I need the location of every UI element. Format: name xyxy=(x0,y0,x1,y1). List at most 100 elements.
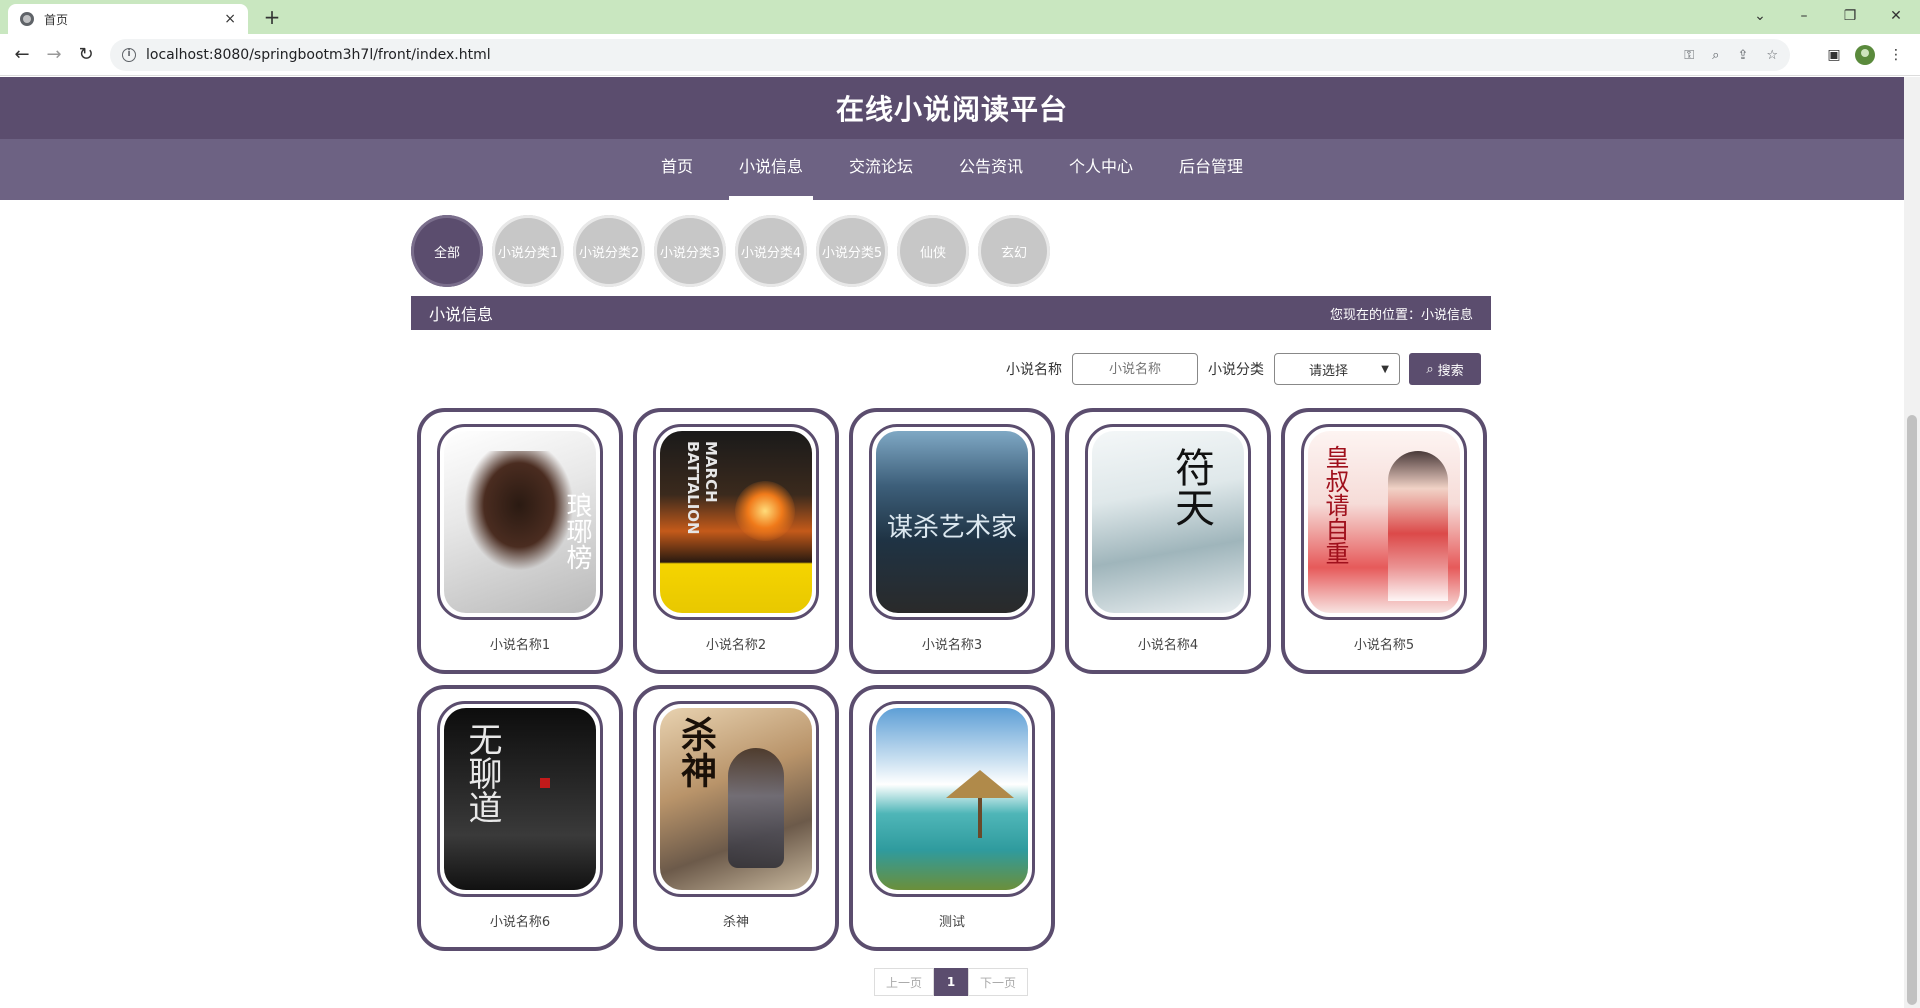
new-tab-button[interactable]: + xyxy=(260,5,284,29)
category-item[interactable]: 小说分类4 xyxy=(735,215,807,287)
reload-icon[interactable]: ↻ xyxy=(74,43,98,67)
tab-title: 首页 xyxy=(44,12,69,27)
category-select-value: 请选择 xyxy=(1309,363,1349,379)
novel-title[interactable]: 杀神 xyxy=(637,911,835,930)
category-item[interactable]: 小说分类1 xyxy=(492,215,564,287)
novel-title[interactable]: 小说名称4 xyxy=(1069,634,1267,653)
menu-icon[interactable]: ⋮ xyxy=(1886,45,1906,65)
category-all[interactable]: 全部 xyxy=(411,215,483,287)
novel-cover-image[interactable] xyxy=(876,708,1028,890)
novel-title[interactable]: 小说名称2 xyxy=(637,634,835,653)
novel-card[interactable]: 谋杀艺术家 小说名称3 xyxy=(849,408,1055,674)
novel-cover-image[interactable]: 符天 xyxy=(1092,431,1244,613)
novel-title[interactable]: 小说名称1 xyxy=(421,634,619,653)
page-viewport: 在线小说阅读平台 首页 小说信息 交流论坛 公告资讯 个人中心 后台管理 全部 … xyxy=(0,77,1904,1008)
novel-card[interactable]: 皇叔请自重 小说名称5 xyxy=(1281,408,1487,674)
novel-card[interactable]: 无聊道 小说名称6 xyxy=(417,685,623,951)
forward-icon[interactable]: → xyxy=(42,43,66,67)
chevron-down-icon[interactable]: ⌄ xyxy=(1740,4,1780,28)
browser-tab-bar: 首页 × + ⌄ – ❐ ✕ xyxy=(0,0,1920,34)
nav-item-profile[interactable]: 个人中心 xyxy=(1059,139,1143,200)
info-icon[interactable]: i xyxy=(122,48,136,62)
next-page-button[interactable]: 下一页 xyxy=(968,968,1028,996)
side-panel-icon[interactable]: ▣ xyxy=(1824,45,1844,65)
nav-item-home[interactable]: 首页 xyxy=(651,139,703,200)
section-title: 小说信息 xyxy=(429,305,494,324)
page-scrollbar[interactable] xyxy=(1904,77,1920,1008)
browser-tab[interactable]: 首页 × xyxy=(8,4,248,34)
cover-frame: 杀神 xyxy=(653,701,819,897)
nav-item-forum[interactable]: 交流论坛 xyxy=(839,139,923,200)
novel-card[interactable]: 测试 xyxy=(849,685,1055,951)
novel-title[interactable]: 小说名称5 xyxy=(1285,634,1483,653)
novel-cover-image[interactable]: 皇叔请自重 xyxy=(1308,431,1460,613)
category-item[interactable]: 小说分类5 xyxy=(816,215,888,287)
browser-toolbar: ← → ↻ i localhost:8080/springbootm3h7l/f… xyxy=(0,34,1920,76)
star-icon[interactable]: ☆ xyxy=(1766,48,1778,63)
category-select[interactable]: 请选择 ▼ xyxy=(1274,353,1400,385)
nav-item-novels[interactable]: 小说信息 xyxy=(728,139,813,200)
nav-item-admin[interactable]: 后台管理 xyxy=(1169,139,1253,200)
cover-frame: MARCH BATTALION xyxy=(653,424,819,620)
novel-card[interactable]: MARCH BATTALION 小说名称2 xyxy=(633,408,839,674)
search-input[interactable] xyxy=(1072,353,1198,385)
novel-title[interactable]: 小说名称3 xyxy=(853,634,1051,653)
cover-text: 琅琊榜 xyxy=(562,492,592,570)
novel-card[interactable]: 琅琊榜 小说名称1 xyxy=(417,408,623,674)
section-header: 小说信息 您现在的位置：小说信息 xyxy=(411,296,1491,330)
key-icon[interactable]: ⚿ xyxy=(1684,48,1694,63)
window-close-icon[interactable]: ✕ xyxy=(1876,4,1916,28)
category-xianxia[interactable]: 仙侠 xyxy=(897,215,969,287)
site-header: 在线小说阅读平台 xyxy=(0,77,1904,139)
back-icon[interactable]: ← xyxy=(10,43,34,67)
cover-frame: 无聊道 xyxy=(437,701,603,897)
cover-text: 符天 xyxy=(1168,447,1214,527)
category-item[interactable]: 小说分类3 xyxy=(654,215,726,287)
novel-title[interactable]: 测试 xyxy=(853,911,1051,930)
cover-frame: 皇叔请自重 xyxy=(1301,424,1467,620)
page-number-current[interactable]: 1 xyxy=(934,968,968,996)
name-label: 小说名称 xyxy=(1006,362,1062,378)
novel-cover-image[interactable]: 杀神 xyxy=(660,708,812,890)
cover-text: MARCH BATTALION xyxy=(684,441,720,535)
url-text[interactable]: localhost:8080/springbootm3h7l/front/ind… xyxy=(146,47,1666,63)
main-nav: 首页 小说信息 交流论坛 公告资讯 个人中心 后台管理 xyxy=(0,139,1904,200)
close-icon[interactable]: × xyxy=(224,11,236,27)
address-bar[interactable]: i localhost:8080/springbootm3h7l/front/i… xyxy=(110,39,1790,71)
cover-text: 杀神 xyxy=(675,716,717,788)
cover-text: 皇叔请自重 xyxy=(1321,445,1349,565)
zoom-icon[interactable]: ⌕ xyxy=(1712,48,1719,63)
novel-cover-image[interactable]: 无聊道 xyxy=(444,708,596,890)
pagination: 上一页 1 下一页 xyxy=(874,968,1028,996)
novel-card[interactable]: 杀神 杀神 xyxy=(633,685,839,951)
cover-text: 谋杀艺术家 xyxy=(886,513,1017,543)
profile-avatar-icon[interactable] xyxy=(1855,45,1875,65)
restore-icon[interactable]: ❐ xyxy=(1830,4,1870,28)
nav-item-news[interactable]: 公告资讯 xyxy=(949,139,1033,200)
search-button-label: 搜索 xyxy=(1437,363,1464,379)
minimize-icon[interactable]: – xyxy=(1784,4,1824,28)
cover-frame: 谋杀艺术家 xyxy=(869,424,1035,620)
category-label: 小说分类 xyxy=(1208,362,1264,378)
cover-text: 无聊道 xyxy=(462,722,502,824)
site-title: 在线小说阅读平台 xyxy=(835,93,1068,126)
novel-card[interactable]: 符天 小说名称4 xyxy=(1065,408,1271,674)
chevron-down-icon: ▼ xyxy=(1381,363,1389,375)
share-icon[interactable]: ⇪ xyxy=(1737,48,1748,63)
cover-frame xyxy=(869,701,1035,897)
prev-page-button[interactable]: 上一页 xyxy=(874,968,934,996)
search-bar: 小说名称 小说分类 请选择 ▼ ⌕ 搜索 xyxy=(1006,353,1481,385)
globe-icon xyxy=(20,12,34,26)
scrollbar-thumb[interactable] xyxy=(1907,415,1917,1005)
search-button[interactable]: ⌕ 搜索 xyxy=(1409,353,1481,385)
novel-title[interactable]: 小说名称6 xyxy=(421,911,619,930)
category-item[interactable]: 小说分类2 xyxy=(573,215,645,287)
novel-cover-image[interactable]: 琅琊榜 xyxy=(444,431,596,613)
novel-cover-image[interactable]: MARCH BATTALION xyxy=(660,431,812,613)
novel-cover-image[interactable]: 谋杀艺术家 xyxy=(876,431,1028,613)
category-filter: 全部 小说分类1 小说分类2 小说分类3 小说分类4 小说分类5 仙侠 玄幻 xyxy=(411,215,1059,291)
search-icon: ⌕ xyxy=(1426,361,1434,377)
cover-frame: 符天 xyxy=(1085,424,1251,620)
category-xuanhuan[interactable]: 玄幻 xyxy=(978,215,1050,287)
cover-frame: 琅琊榜 xyxy=(437,424,603,620)
